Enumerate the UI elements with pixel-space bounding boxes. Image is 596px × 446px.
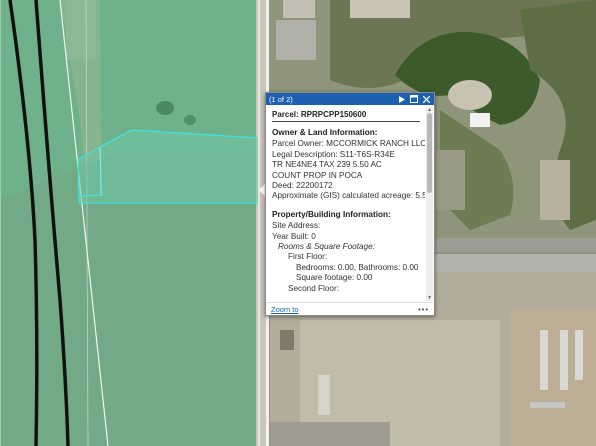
dock-icon[interactable] [409, 94, 419, 104]
first-floor-label: First Floor: [288, 252, 328, 262]
feature-counter: (1 of 2) [269, 94, 293, 104]
square-footage: Square footage: 0.00 [296, 273, 373, 283]
legal-description: Legal Description: S11-T6S-R34E [272, 149, 395, 159]
popup-content[interactable]: Parcel: RPRPCPP150600 Owner & Land Infor… [266, 106, 425, 315]
more-actions-button[interactable]: ••• [418, 305, 429, 314]
legal-description-2: TR NE4NE4 TAX 239 5.50 AC [272, 160, 382, 170]
deed: Deed: 22200172 [272, 181, 333, 191]
site-address: Site Address: [272, 221, 321, 231]
owner-section-heading: Owner & Land Information: [272, 128, 378, 137]
parcel-title: Parcel: RPRPCPP150600 [272, 110, 420, 122]
scroll-down-icon[interactable]: ▼ [426, 295, 433, 301]
legal-description-3: COUNT PROP IN POCA [272, 170, 363, 180]
popup-header: (1 of 2) [266, 93, 434, 105]
close-icon[interactable] [421, 94, 431, 104]
second-floor-label: Second Floor: [288, 283, 339, 293]
parcel-popup: (1 of 2) Parcel: RPRPCPP150600 Owner & L… [265, 92, 435, 316]
acreage: Approximate (GIS) calculated acreage: 5.… [272, 191, 425, 201]
zoom-to-link[interactable]: Zoom to [271, 305, 418, 314]
building-section-heading: Property/Building Information: [272, 209, 391, 219]
play-icon[interactable] [397, 94, 407, 104]
popup-scrollbar[interactable]: ▲ ▼ [426, 107, 433, 301]
rooms-heading: Rooms & Square Footage: [278, 242, 375, 252]
parcel-owner: Parcel Owner: MCCORMICK RANCH LLC [272, 139, 425, 149]
popup-footer: Zoom to ••• [266, 302, 434, 315]
bed-bath-count: Bedrooms: 0.00, Bathrooms: 0.00 [296, 262, 419, 272]
year-built: Year Built: 0 [272, 231, 316, 241]
scroll-thumb[interactable] [427, 113, 432, 193]
